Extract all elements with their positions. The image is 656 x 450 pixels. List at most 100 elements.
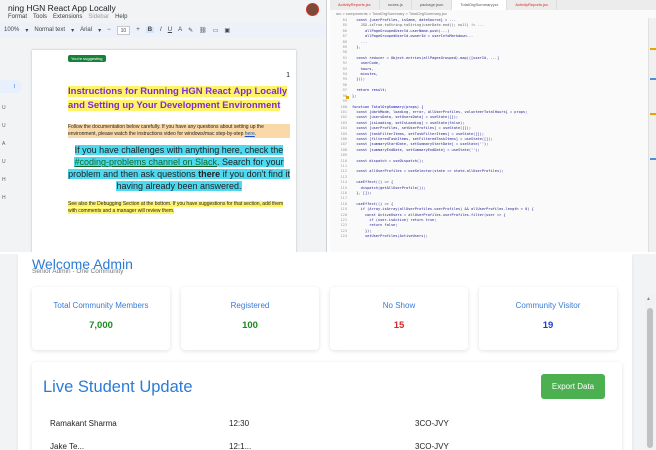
stat-label: Total Community Members [53, 301, 149, 310]
stat-value: 7,000 [89, 320, 113, 331]
zoom-select[interactable]: 100% [4, 27, 19, 33]
challenges-text-a: If you have challenges with anything her… [74, 145, 284, 155]
scroll-marker [650, 78, 656, 80]
table-row[interactable]: Jake Te... 12:1... 3CO-JVY [32, 442, 622, 450]
outline-sidebar: I U U A U H H [0, 80, 22, 213]
outline-item[interactable]: U [0, 159, 20, 165]
student-name: Jake Te... [50, 442, 85, 450]
editor-tabs: ActivityReports.jsx routes.js package.json… [330, 0, 656, 10]
editor-tab[interactable]: routes.js [380, 0, 412, 10]
menu-sidebar[interactable]: Sidebar [88, 14, 109, 20]
video-link[interactable]: here [245, 131, 255, 137]
student-name: Ramakant Sharma [50, 419, 117, 428]
chevron-down-icon: ▾ [71, 27, 75, 34]
doc-title[interactable]: ning HGN React App Locally [8, 3, 116, 13]
live-student-card: Live Student Update Export Data Ramakant… [32, 362, 622, 450]
stat-value: 15 [393, 320, 405, 331]
underline-button[interactable]: U [168, 27, 172, 33]
scrollbar-thumb[interactable] [647, 308, 653, 448]
page-number: 1 [286, 72, 290, 79]
line-number: 124 [340, 234, 348, 239]
challenges-there: there [198, 169, 221, 179]
editor-tab[interactable]: package.json [412, 0, 453, 10]
google-docs-window: ning HGN React App Locally Format Tools … [0, 0, 327, 252]
document-page[interactable]: You're suggesting 1 Instructions for Run… [32, 50, 296, 252]
dashboard-scrollbar[interactable]: ▲ [645, 294, 655, 450]
doc-paragraph-debugging[interactable]: See also the Debugging Section at the bo… [68, 201, 290, 215]
outline-item[interactable]: A [0, 141, 20, 147]
code-text: }, []); [352, 191, 372, 195]
code-text: allPageGroupedUserId.ownerId = userInfoM… [352, 34, 474, 39]
user-avatar[interactable] [306, 3, 319, 16]
live-student-title: Live Student Update [43, 378, 193, 396]
outline-item[interactable]: U [0, 123, 20, 129]
editor-scrollbar[interactable] [648, 18, 656, 252]
stat-label: Registered [230, 301, 270, 310]
menu-extensions[interactable]: Extensions [53, 14, 82, 20]
stat-label: Community Visitor [515, 301, 581, 310]
bold-button[interactable]: B [145, 27, 155, 33]
font-size-decrease-button[interactable]: − [107, 27, 111, 33]
font-size-input[interactable]: 10 [116, 25, 131, 35]
outline-item[interactable]: U [0, 105, 20, 111]
link-icon[interactable]: ⛓ [199, 27, 207, 34]
stat-label: No Show [382, 301, 416, 310]
doc-paragraph-intro[interactable]: Follow the documentation below carefully… [68, 124, 290, 138]
comment-icon[interactable]: ▭ [213, 27, 219, 34]
editor-tab[interactable]: ActivityReports.jsx [330, 0, 380, 10]
export-data-button[interactable]: Export Data [541, 374, 605, 399]
code-editor-window: ActivityReports.jsx routes.js package.json… [330, 0, 656, 252]
font-size-increase-button[interactable]: + [136, 27, 140, 33]
scroll-marker [650, 113, 656, 115]
doc-paragraph-challenges[interactable]: If you have challenges with anything her… [68, 144, 290, 192]
screen: ning HGN React App Locally Format Tools … [0, 0, 656, 450]
scroll-marker [650, 48, 656, 50]
suggesting-badge: You're suggesting [68, 55, 106, 62]
stat-card-no-show: No Show 15 [330, 287, 468, 350]
docs-toolbar: 100% ▾ Normal text ▾ Arial ▾ − 10 + B I … [0, 23, 326, 37]
doc-heading[interactable]: Instructions for Running HGN React App L… [68, 85, 290, 113]
editor-tab[interactable]: ActivityReports.jsx [507, 0, 558, 10]
stat-card-registered: Registered 100 [181, 287, 319, 350]
heading-line-2: and Setting up Your Development Environm… [68, 100, 281, 111]
student-code: 3CO-JVY [415, 419, 449, 428]
code-area[interactable]: 84 const {userProfiles, isSame, dateSour… [330, 18, 656, 240]
intro-period: . [254, 131, 257, 137]
image-icon[interactable]: ▣ [224, 27, 230, 34]
docs-menu-bar: Format Tools Extensions Sidebar Help [8, 14, 127, 20]
code-line[interactable]: 124 setUserProfiles(ActiveUsers); [330, 234, 656, 239]
menu-help[interactable]: Help [115, 14, 127, 20]
chevron-down-icon: ▾ [25, 27, 29, 34]
style-select[interactable]: Normal text [34, 27, 65, 33]
welcome-subtitle: Senior Admin - One Community [32, 268, 124, 275]
debugging-text: See also the Debugging Section at the bo… [68, 201, 284, 214]
dashboard-window: Welcome Admin Senior Admin - One Communi… [0, 254, 656, 450]
italic-button[interactable]: I [160, 27, 162, 33]
stat-card-total-members: Total Community Members 7,000 [32, 287, 170, 350]
text-color-button[interactable]: A [178, 27, 182, 33]
stat-card-community-visitor: Community Visitor 19 [479, 287, 617, 350]
code-text: }, [352, 45, 361, 50]
code-text: return result; [352, 88, 387, 93]
menu-format[interactable]: Format [8, 14, 27, 20]
editor-tab[interactable]: TotalOrgSummary.jsx [452, 0, 508, 10]
chevron-down-icon: ▾ [98, 27, 102, 34]
scroll-up-icon[interactable]: ▲ [646, 296, 651, 302]
outline-item[interactable]: H [0, 195, 20, 201]
code-text: const allUserProfiles = useSelector(stat… [352, 169, 504, 174]
outline-item[interactable]: H [0, 177, 20, 183]
font-select[interactable]: Arial [80, 27, 92, 33]
menu-tools[interactable]: Tools [33, 14, 47, 20]
heading-line-1: Instructions for Running HGN React App L… [68, 86, 288, 97]
outline-item-selected[interactable]: I [0, 80, 22, 93]
code-text: setUserProfiles(ActiveUsers); [352, 234, 428, 239]
student-code: 3CO-JVY [415, 442, 449, 450]
slack-channel-link[interactable]: #coding-problems channel on Slack [74, 157, 218, 167]
editor-breadcrumb[interactable]: src > components > TotalOrgSummary > Tot… [336, 11, 447, 16]
table-row[interactable]: Ramakant Sharma 12:30 3CO-JVY [32, 419, 622, 433]
scroll-marker [650, 158, 656, 160]
student-time: 12:1... [229, 442, 252, 450]
code-text: })); [352, 77, 365, 82]
code-text: }; [352, 93, 357, 98]
highlight-icon[interactable]: ✎ [188, 27, 193, 34]
